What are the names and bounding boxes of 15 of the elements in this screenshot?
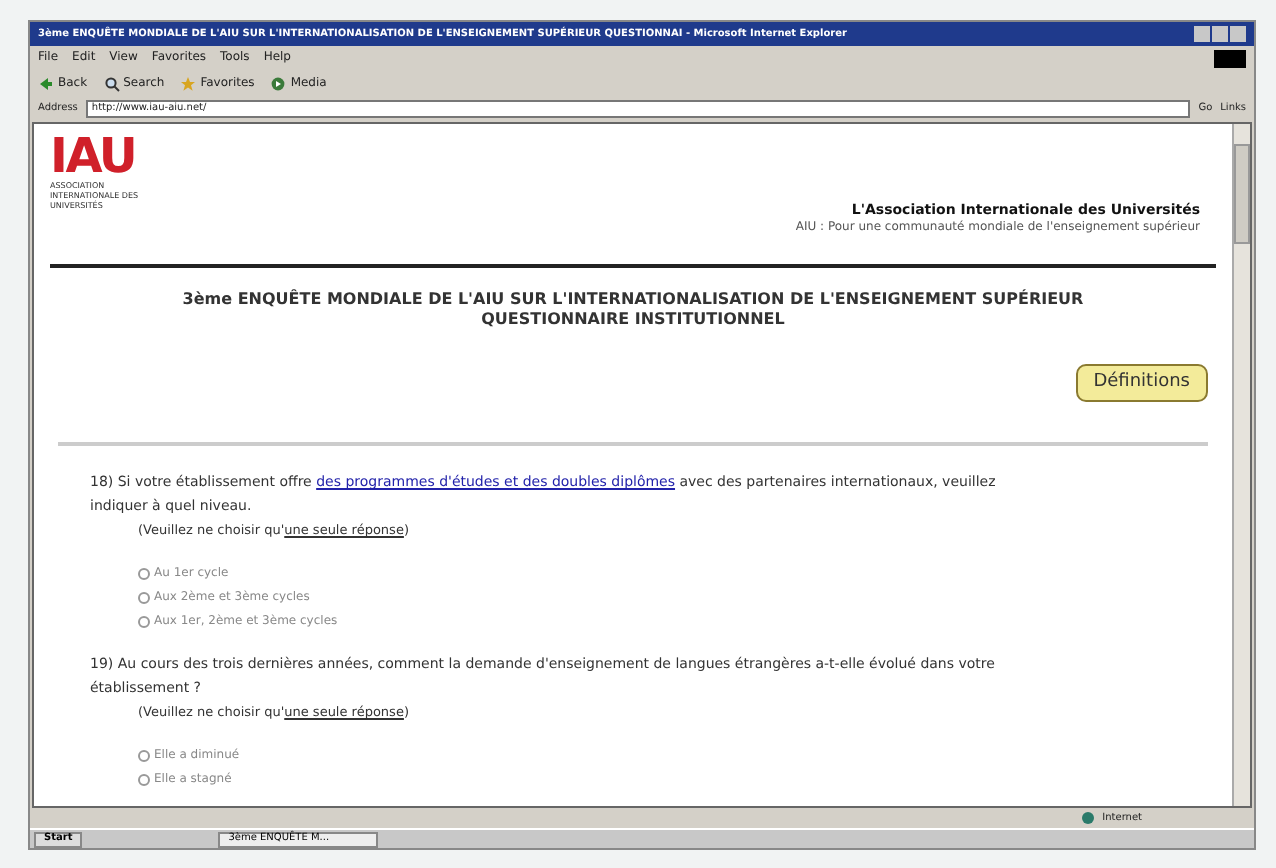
scroll-thumb[interactable] — [1234, 144, 1250, 244]
radio-button[interactable] — [138, 773, 150, 785]
globe-icon — [1082, 812, 1095, 824]
scrollbar[interactable] — [1232, 124, 1250, 806]
definitions-button[interactable]: Définitions — [1075, 364, 1208, 402]
back-arrow-icon — [38, 75, 54, 91]
radio-button[interactable] — [138, 749, 150, 761]
radio-button[interactable] — [138, 591, 150, 603]
star-icon — [180, 75, 197, 91]
search-icon — [103, 75, 120, 91]
page-title: 3ème ENQUÊTE MONDIALE DE L'AIU SUR L'INTERNATIONALISATION DE L'ENSEIGNEMENT SUPÉRIEUR — [182, 292, 1084, 308]
radio-button[interactable] — [138, 567, 150, 579]
radio-button[interactable] — [138, 615, 150, 627]
media-icon — [270, 75, 287, 91]
page-title: QUESTIONNAIRE INSTITUTIONNEL — [481, 312, 785, 328]
